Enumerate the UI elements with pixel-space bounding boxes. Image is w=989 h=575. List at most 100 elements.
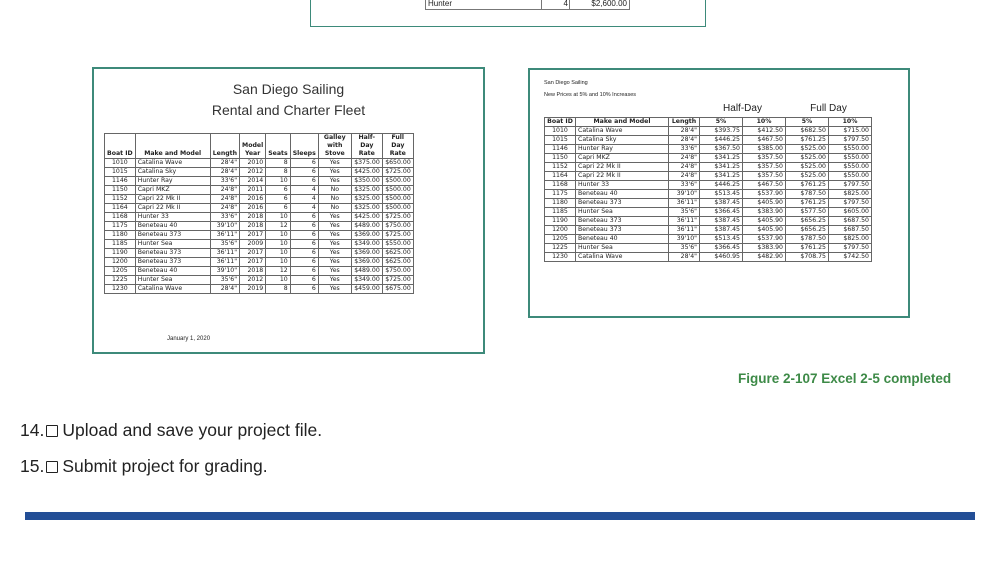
table-cell: $369.00	[350, 248, 383, 258]
table-cell: $341.25	[699, 153, 743, 163]
table-cell: Hunter Ray	[575, 144, 669, 154]
fleet-title: San Diego Sailing	[232, 81, 345, 97]
table-cell: 1230	[104, 284, 136, 294]
table-cell: Yes	[317, 284, 352, 294]
table-cell: $425.00	[350, 167, 383, 177]
table-cell: 2011	[239, 185, 267, 195]
table-cell: Yes	[317, 239, 352, 249]
table-cell: Yes	[317, 248, 352, 258]
table-cell: $761.25	[785, 198, 829, 208]
table-cell: Hunter Sea	[575, 243, 669, 253]
table-row: 1200 Beneteau 373 36'11" 2017 10 6 Yes $369.00 $…	[104, 257, 414, 267]
table-row: 1146 Hunter Ray 33'6" 2014 10 6 Yes $350.00 $500…	[104, 176, 414, 186]
table-cell: 6	[289, 158, 319, 168]
table-cell: 1225	[104, 275, 136, 285]
table-cell: 1175	[104, 221, 136, 231]
table-cell: 8	[265, 158, 291, 168]
table-row: 1190 Beneteau 373 36'11" 2017 10 6 Yes $369.00 $…	[104, 248, 414, 258]
table-cell: $708.75	[785, 252, 829, 262]
table-cell: 6	[289, 275, 319, 285]
table-cell: $459.00	[350, 284, 383, 294]
table-cell: 6	[289, 176, 319, 186]
fleet-table-body: 1010 Catalina Wave 28'4" 2010 8 6 Yes $375.00 $6…	[104, 158, 414, 294]
table-cell: Yes	[317, 230, 352, 240]
table-cell: 6	[265, 185, 291, 195]
table-cell: Yes	[317, 266, 352, 276]
table-row: 1225 Hunter Sea 35'6" 2012 10 6 Yes $349.00 $725…	[104, 275, 414, 285]
table-cell: 33'6"	[209, 212, 241, 222]
col-header: 10%	[742, 117, 786, 127]
table-cell: 2014	[239, 176, 267, 186]
table-cell: 4	[289, 203, 319, 213]
table-cell: Hunter 33	[575, 180, 669, 190]
table-cell: $405.90	[742, 225, 786, 235]
table-cell: Beneteau 373	[134, 230, 211, 240]
col-header: 5%	[785, 117, 829, 127]
table-cell: $387.45	[699, 198, 743, 208]
table-cell: $797.50	[828, 180, 872, 190]
fleet-subtitle: Rental and Charter Fleet	[211, 102, 366, 118]
table-cell: 2017	[239, 257, 267, 267]
table-cell: Beneteau 373	[575, 198, 669, 208]
table-cell: $715.00	[828, 126, 872, 136]
col-header: Boat ID	[104, 133, 136, 159]
table-cell: $656.25	[785, 216, 829, 226]
step-15-checkbox[interactable]	[46, 460, 59, 473]
table-cell: 6	[289, 239, 319, 249]
table-cell: $687.50	[828, 225, 872, 235]
table-row: 1150 Capri MKZ 24'8" $341.25 $357.50 $525.00 $…	[544, 153, 872, 163]
table-cell: $357.50	[742, 162, 786, 172]
table-cell: $412.50	[742, 126, 786, 136]
table-cell: 2018	[239, 212, 267, 222]
table-cell: 12	[265, 266, 291, 276]
table-cell: 24'8"	[209, 185, 241, 195]
section-divider	[25, 512, 975, 520]
table-cell: 24'8"	[668, 153, 700, 163]
table-cell: 12	[265, 221, 291, 231]
table-cell: 36'11"	[209, 248, 241, 258]
table-cell: $369.00	[350, 230, 383, 240]
price-header-row: Boat ID Make and Model Length 5% 10% 5% …	[544, 117, 872, 127]
table-cell: $357.50	[742, 171, 786, 181]
table-cell: 2018	[239, 221, 267, 231]
table-cell: 28'4"	[668, 252, 700, 262]
table-cell: 2012	[239, 167, 267, 177]
fleet-header-row: Boat ID Make and Model Length Model Year…	[104, 133, 414, 159]
table-cell: $489.00	[350, 221, 383, 231]
table-cell: 1152	[544, 162, 576, 172]
table-cell: Beneteau 373	[134, 248, 211, 258]
table-cell: 10	[265, 239, 291, 249]
table-cell: $349.00	[350, 275, 383, 285]
table-cell: Catalina Wave	[134, 284, 211, 294]
table-cell: 1010	[544, 126, 576, 136]
table-cell: Beneteau 40	[575, 234, 669, 244]
table-cell: 10	[265, 275, 291, 285]
table-row: 1168 Hunter 33 33'6" $446.25 $467.50 $761.25 $…	[544, 180, 872, 190]
table-cell: 1152	[104, 194, 136, 204]
table-cell: 10	[265, 230, 291, 240]
table-cell: Hunter Sea	[575, 207, 669, 217]
table-row: 1168 Hunter 33 33'6" 2018 10 6 Yes $425.00 $725.…	[104, 212, 414, 222]
table-cell: Capri 22 Mk II	[134, 203, 211, 213]
table-cell: 1185	[544, 207, 576, 217]
table-cell: Yes	[317, 221, 352, 231]
table-cell: $525.00	[785, 171, 829, 181]
table-cell: $825.00	[828, 234, 872, 244]
table-row: 1225 Hunter Sea 35'6" $366.45 $383.90 $761.25…	[544, 243, 872, 253]
table-cell: 8	[265, 284, 291, 294]
step-14-checkbox[interactable]	[46, 424, 59, 437]
col-header: Sleeps	[289, 133, 319, 159]
table-cell: No	[317, 194, 352, 204]
table-cell: 1164	[104, 203, 136, 213]
table-row: 1146 Hunter Ray 33'6" $367.50 $385.00 $525.00…	[544, 144, 872, 154]
table-cell: $325.00	[350, 185, 383, 195]
step-14: 14. Upload and save your project file.	[20, 420, 322, 441]
table-cell: 24'8"	[209, 194, 241, 204]
col-header: Length	[209, 133, 241, 159]
table-row: 1164 Capri 22 Mk II 24'8" $341.25 $357.50 $52…	[544, 171, 872, 181]
step-15: 15. Submit project for grading.	[20, 456, 268, 477]
table-cell: $446.25	[699, 180, 743, 190]
table-cell: Capri 22 Mk II	[134, 194, 211, 204]
table-cell: 1205	[104, 266, 136, 276]
table-cell: Capri 22 Mk II	[575, 171, 669, 181]
